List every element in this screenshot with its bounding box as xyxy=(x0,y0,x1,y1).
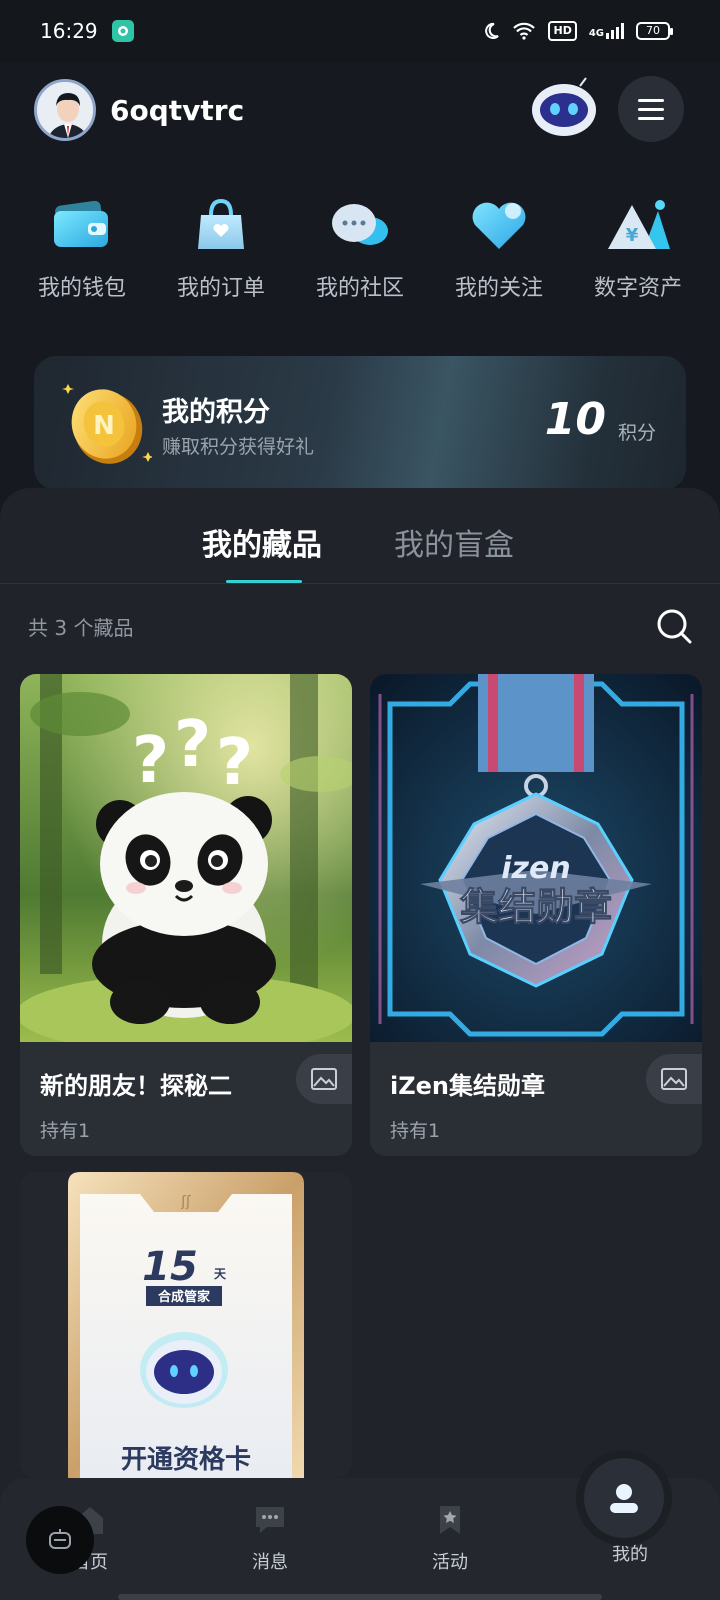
nav-mine-bubble[interactable] xyxy=(576,1450,672,1546)
quick-label: 我的社区 xyxy=(315,276,404,301)
avatar[interactable] xyxy=(34,79,96,141)
username: 6oqtvtrc xyxy=(110,93,245,127)
quick-label: 我的钱包 xyxy=(37,276,126,301)
card-text-number: 15 xyxy=(142,1244,198,1290)
quick-item-community[interactable]: 我的社区 xyxy=(292,190,428,320)
menu-line xyxy=(638,98,664,102)
yen-mountain-icon: ¥ xyxy=(603,190,673,260)
tab-my-collection[interactable]: 我的藏品 xyxy=(202,520,322,564)
battery-indicator: 70 xyxy=(636,22,673,40)
status-bar: 16:29 HD 4G 70 xyxy=(0,0,720,62)
card-text-unit: 天 xyxy=(214,1267,227,1281)
image-badge[interactable] xyxy=(296,1054,352,1104)
robot-outline-icon xyxy=(49,1529,71,1549)
medal-text-main: 集结勋章 xyxy=(459,885,612,929)
signal-label: 4G xyxy=(588,28,604,39)
svg-text:?: ? xyxy=(174,708,211,782)
quick-label: 数字资产 xyxy=(593,276,682,301)
moon-icon xyxy=(485,22,500,39)
image-icon xyxy=(661,1068,687,1090)
collection-tabs: 我的藏品 我的盲盒 xyxy=(0,488,720,584)
search-icon[interactable] xyxy=(654,606,694,646)
status-left: 16:29 xyxy=(40,19,134,43)
profile-header: 6oqtvtrc xyxy=(0,62,720,158)
nav-mine-inner xyxy=(584,1458,664,1538)
status-time: 16:29 xyxy=(40,19,98,43)
message-icon xyxy=(256,1507,284,1533)
nav-messages[interactable]: 消息 xyxy=(220,1504,320,1574)
collection-card[interactable]: izen 集结勋章 iZen集结勋章 持有1 xyxy=(370,674,702,1156)
signal-bars-icon xyxy=(606,23,624,39)
medal-text-top: izen xyxy=(501,851,570,886)
svg-text:?: ? xyxy=(132,724,169,798)
svg-text:N: N xyxy=(93,411,115,441)
hd-badge: HD xyxy=(548,21,577,41)
floating-assistant-button[interactable] xyxy=(26,1506,94,1574)
quick-item-following[interactable]: 我的关注 xyxy=(431,190,567,320)
card-text-badge: 合成管家 xyxy=(158,1289,211,1305)
card-text-bottom: 开通资格卡 xyxy=(121,1444,251,1475)
menu-line xyxy=(638,107,664,111)
qualification-card-artwork: ʃʃ 15 天 合成管家 开通资格卡 xyxy=(20,1172,352,1478)
svg-text:¥: ¥ xyxy=(626,225,639,246)
menu-button[interactable] xyxy=(618,76,684,142)
points-card[interactable]: N 我的积分 赚取积分获得好礼 10 积分 xyxy=(34,356,686,490)
svg-text:ʃʃ: ʃʃ xyxy=(180,1194,191,1210)
collection-count: 共 3 个藏品 xyxy=(28,616,134,640)
wallet-icon xyxy=(47,190,117,260)
user-icon xyxy=(610,1484,638,1513)
card-holding: 持有1 xyxy=(40,1120,91,1142)
wifi-icon xyxy=(513,22,536,40)
bag-icon xyxy=(186,190,256,260)
nav-activities[interactable]: 活动 xyxy=(400,1504,500,1574)
points-value: 10 xyxy=(544,394,606,445)
panda-artwork: ? ? ? xyxy=(20,674,352,1042)
active-tab-indicator xyxy=(226,580,302,583)
gold-coin-icon: N xyxy=(62,378,154,468)
menu-line xyxy=(638,116,664,120)
tab-my-blind-box[interactable]: 我的盲盒 xyxy=(394,520,514,564)
image-icon xyxy=(311,1068,337,1090)
notification-app-icon xyxy=(111,20,134,42)
signal-indicator: 4G xyxy=(589,23,624,39)
points-subtitle: 赚取积分获得好礼 xyxy=(162,436,315,458)
quick-item-digital-assets[interactable]: ¥ 数字资产 xyxy=(570,190,706,320)
quick-label: 我的关注 xyxy=(454,276,543,301)
bookmark-star-icon xyxy=(440,1506,460,1534)
svg-text:?: ? xyxy=(216,726,253,800)
quick-item-wallet[interactable]: 我的钱包 xyxy=(14,190,150,320)
points-unit: 积分 xyxy=(617,422,656,444)
collection-card[interactable]: ? ? ? 新的朋友！探秘二 持有1 xyxy=(20,674,352,1156)
heart-icon xyxy=(464,190,534,260)
quick-item-orders[interactable]: 我的订单 xyxy=(153,190,289,320)
card-title: iZen集结勋章 xyxy=(390,1072,545,1100)
quick-menu: 我的钱包 我的订单 我的社区 我的关注 ¥ 数字资产 xyxy=(0,190,720,320)
quick-label: 我的订单 xyxy=(176,276,265,301)
card-holding: 持有1 xyxy=(390,1120,441,1142)
home-indicator xyxy=(118,1594,602,1600)
status-right: HD 4G 70 xyxy=(482,21,673,41)
nav-label: 消息 xyxy=(252,1552,288,1573)
nav-label: 活动 xyxy=(432,1552,468,1573)
chat-bubble-icon xyxy=(325,190,395,260)
robot-icon xyxy=(532,77,596,136)
points-title: 我的积分 xyxy=(162,397,270,428)
medal-artwork: izen 集结勋章 xyxy=(370,674,702,1042)
collection-card[interactable]: ʃʃ 15 天 合成管家 开通资格卡 xyxy=(20,1172,352,1478)
image-badge[interactable] xyxy=(646,1054,702,1104)
card-title: 新的朋友！探秘二 xyxy=(40,1072,232,1100)
assistant-robot-button[interactable] xyxy=(530,76,598,138)
